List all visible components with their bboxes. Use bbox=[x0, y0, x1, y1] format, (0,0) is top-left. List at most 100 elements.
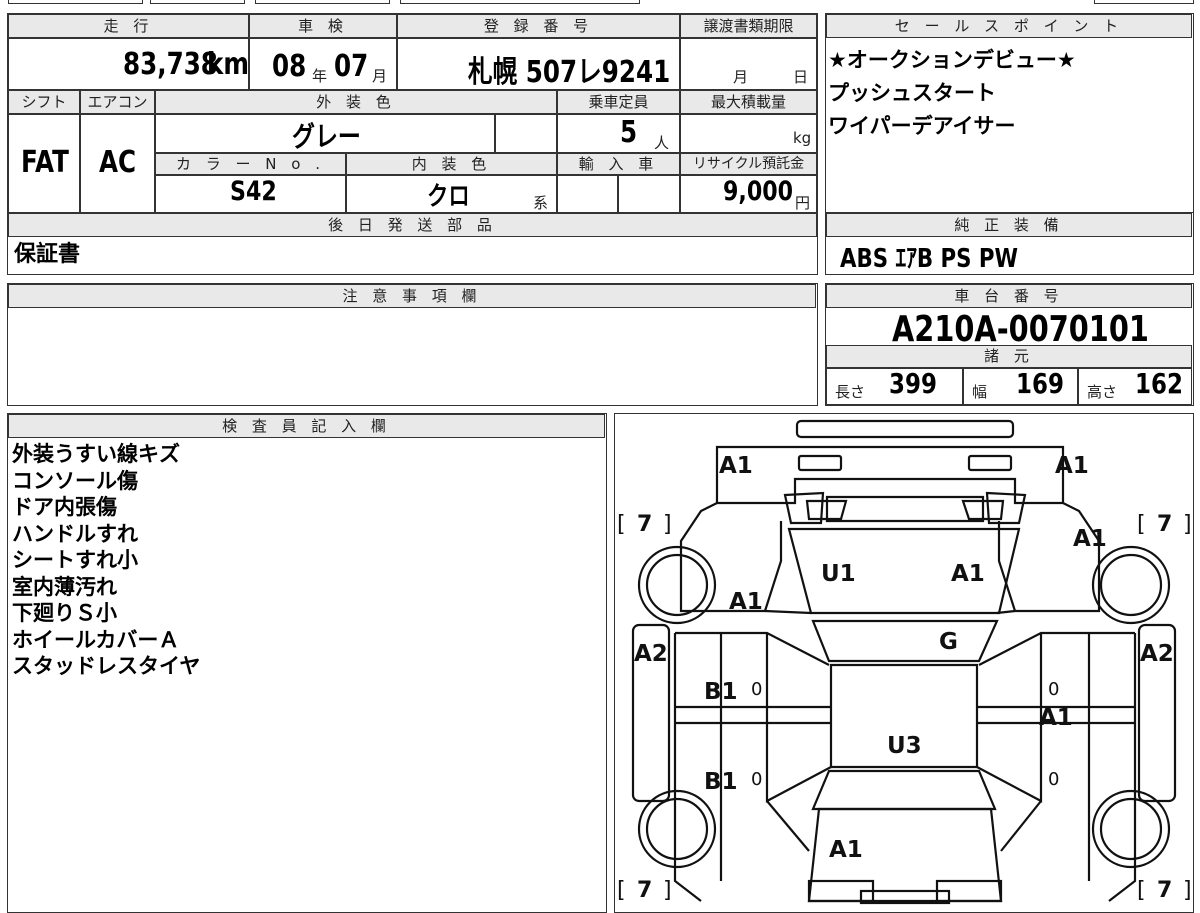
capacity-value: 5 bbox=[620, 115, 638, 150]
notices-box: 注 意 事 項 欄 bbox=[7, 283, 818, 406]
svg-text:]: ] bbox=[1183, 512, 1192, 537]
tire-tread-front-right: 7 bbox=[1157, 512, 1172, 537]
import-header: 輸 入 車 bbox=[557, 153, 680, 175]
mark-windshield-right: A1 bbox=[951, 561, 985, 587]
car-damage-diagram: [7] [7] [7] [7] 0 0 0 0 A1 A1 A1 U1 A1 A… bbox=[617, 419, 1192, 905]
mark-front-right-fender: A1 bbox=[1073, 526, 1107, 552]
mileage-header: 走 行 bbox=[8, 14, 249, 38]
mark-left-front-door: B1 bbox=[704, 679, 738, 705]
inspection-month: 07 bbox=[334, 49, 369, 84]
tire-tread-front-left: 7 bbox=[637, 512, 652, 537]
import-cell-b bbox=[618, 175, 680, 213]
recycle-fee-cell: 9,000 円 bbox=[680, 175, 817, 213]
sales-point-line: ★オークションデビュー★ bbox=[828, 48, 1076, 72]
top-edge-strip bbox=[0, 0, 1200, 6]
interior-color-suffix: 系 bbox=[533, 194, 549, 212]
mark-front-right-corner: A1 bbox=[1055, 453, 1089, 479]
exterior-color-header: 外 装 色 bbox=[155, 90, 557, 114]
inspector-notes-box: 検 査 員 記 入 欄 外装うすい線キズ コンソール傷 ドア内張傷 ハンドルすれ… bbox=[7, 413, 607, 913]
svg-text:]: ] bbox=[663, 878, 672, 903]
inspection-year: 08 bbox=[272, 49, 307, 84]
deadline-month-label: 月 bbox=[733, 68, 749, 86]
inspector-note: 下廻りＳ小 bbox=[12, 601, 117, 625]
mark-right-side-panel: A2 bbox=[1140, 641, 1174, 667]
deadline-day-label: 日 bbox=[793, 68, 809, 86]
month-label: 月 bbox=[372, 67, 388, 85]
transfer-deadline-cell: 月 日 bbox=[680, 38, 817, 90]
tire-tread-rear-left: 7 bbox=[637, 878, 652, 903]
inspector-notes-header: 検 査 員 記 入 欄 bbox=[8, 414, 605, 438]
mileage-unit: km bbox=[207, 47, 249, 82]
mark-roof-center: U3 bbox=[887, 733, 922, 759]
color-no-value: S42 bbox=[230, 176, 277, 207]
inspector-note: ハンドルすれ bbox=[12, 521, 138, 546]
spec-length-value: 399 bbox=[889, 367, 937, 400]
mileage-cell: 83,738 km bbox=[8, 38, 249, 90]
mark-windshield-left: U1 bbox=[821, 561, 856, 587]
year-label: 年 bbox=[312, 67, 328, 85]
inspection-cell: 08 年 07 月 bbox=[249, 38, 397, 90]
spec-width-label: 幅 bbox=[972, 383, 988, 401]
inspector-note: 室内薄汚れ bbox=[12, 574, 117, 599]
inspector-note: スタッドレスタイヤ bbox=[12, 654, 201, 678]
sales-point-line: ワイパーデアイサー bbox=[828, 114, 1016, 138]
later-parts-value: 保証書 bbox=[14, 242, 81, 267]
inspection-header: 車 検 bbox=[249, 14, 397, 38]
vehicle-info-table: 走 行 車 検 登 録 番 号 譲渡書類期限 83,738 km 08 年 07… bbox=[7, 13, 818, 275]
genuine-equipment-box: 純 正 装 備 ABS ｴｱB PS PW bbox=[825, 212, 1194, 275]
shift-cell: FAT bbox=[8, 114, 80, 213]
max-load-header: 最大積載量 bbox=[680, 90, 817, 114]
inspector-note: ドア内張傷 bbox=[12, 495, 117, 519]
exterior-color-cell: グレー bbox=[155, 114, 495, 153]
mark-front-left-fender: A1 bbox=[729, 589, 763, 615]
notices-header: 注 意 事 項 欄 bbox=[8, 284, 816, 308]
shift-value: FAT bbox=[21, 145, 69, 180]
sales-points-box: セ ー ル ス ポ イ ン ト ★オークションデビュー★ プッシュスタート ワイ… bbox=[825, 13, 1194, 213]
chassis-header: 車 台 番 号 bbox=[826, 284, 1192, 308]
capacity-cell: 5 人 bbox=[557, 114, 680, 153]
aircon-value: AC bbox=[99, 145, 137, 180]
svg-text:[: [ bbox=[617, 512, 626, 537]
later-parts-header: 後 日 発 送 部 品 bbox=[8, 213, 817, 237]
spec-height-label: 高さ bbox=[1087, 383, 1118, 401]
transfer-deadline-header: 譲渡書類期限 bbox=[680, 14, 817, 38]
svg-text:[: [ bbox=[1137, 878, 1146, 903]
damage-diagram-box: [7] [7] [7] [7] 0 0 0 0 A1 A1 A1 U1 A1 A… bbox=[614, 413, 1194, 913]
mark-front-left-corner: A1 bbox=[719, 453, 753, 479]
inspector-note: シートすれ小 bbox=[12, 548, 138, 572]
registration-number: 札幌 507レ9241 bbox=[468, 55, 671, 90]
door-mark: 0 bbox=[751, 769, 762, 790]
tire-tread-rear-right: 7 bbox=[1157, 878, 1172, 903]
capacity-unit: 人 bbox=[654, 134, 670, 152]
spec-length-cell: 長さ 399 bbox=[826, 367, 963, 405]
exterior-color-value: グレー bbox=[292, 120, 361, 153]
sales-point-line: プッシュスタート bbox=[828, 81, 996, 105]
import-cell-a bbox=[557, 175, 618, 213]
mark-rear-hatch: A1 bbox=[829, 837, 863, 863]
interior-color-cell: クロ 系 bbox=[346, 175, 557, 213]
svg-text:[: [ bbox=[617, 878, 626, 903]
mark-left-side-panel: A2 bbox=[634, 641, 668, 667]
genuine-equipment-value: ABS ｴｱB PS PW bbox=[840, 244, 1019, 274]
inspector-note: コンソール傷 bbox=[12, 468, 138, 493]
spec-height-value: 162 bbox=[1135, 367, 1183, 400]
recycle-fee-value: 9,000 bbox=[723, 176, 794, 207]
door-mark: 0 bbox=[751, 679, 762, 700]
inspector-notes-list: 外装うすい線キズ コンソール傷 ドア内張傷 ハンドルすれ シートすれ小 室内薄汚… bbox=[12, 441, 200, 680]
specs-header: 諸 元 bbox=[826, 345, 1192, 368]
door-mark: 0 bbox=[1048, 769, 1059, 790]
spec-width-cell: 幅 169 bbox=[963, 367, 1078, 405]
door-mark: 0 bbox=[1048, 679, 1059, 700]
spec-length-label: 長さ bbox=[835, 383, 866, 401]
mark-roof-front: G bbox=[939, 629, 958, 655]
color-no-header: カ ラ ー N o . bbox=[155, 153, 346, 175]
spec-width-value: 169 bbox=[1016, 367, 1064, 400]
max-load-unit: kg bbox=[793, 129, 812, 147]
sales-points-header: セ ー ル ス ポ イ ン ト bbox=[826, 14, 1192, 38]
inspector-note: 外装うすい線キズ bbox=[12, 442, 180, 466]
capacity-header: 乗車定員 bbox=[557, 90, 680, 114]
aircon-header: エアコン bbox=[80, 90, 155, 114]
chassis-box: 車 台 番 号 A210A-0070101 諸 元 長さ 399 幅 169 高… bbox=[825, 283, 1194, 406]
shift-header: シフト bbox=[8, 90, 80, 114]
chassis-number: A210A-0070101 bbox=[892, 309, 1149, 350]
